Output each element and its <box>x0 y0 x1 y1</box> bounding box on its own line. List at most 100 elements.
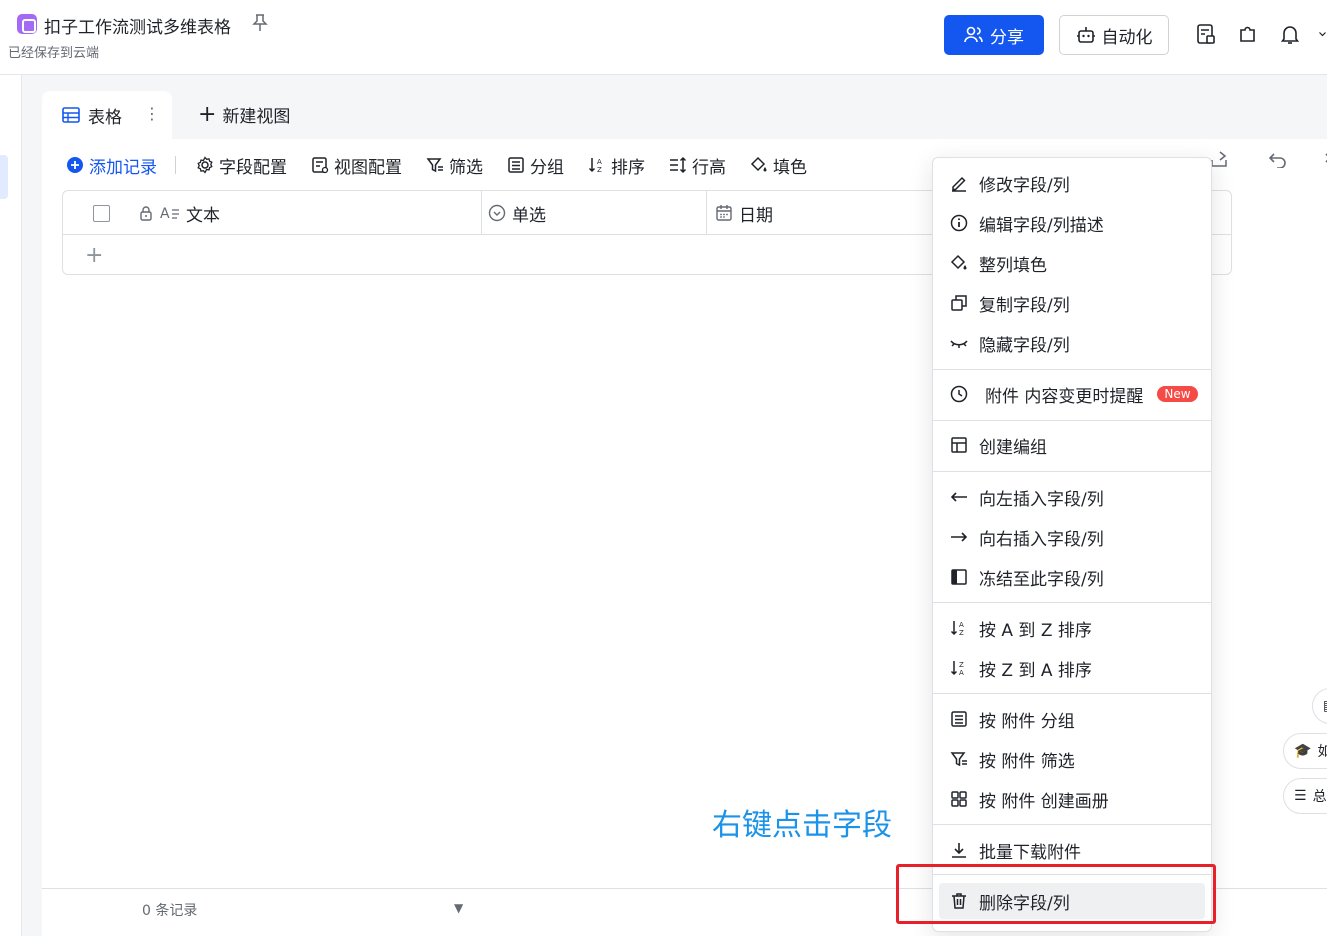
filter-icon <box>426 158 443 173</box>
column-header-date[interactable]: 日期 <box>707 191 933 235</box>
freeze-column-icon <box>949 567 969 587</box>
add-row-plus-icon[interactable]: + <box>85 243 103 268</box>
caret-down-icon[interactable]: ▼ <box>454 901 463 915</box>
menu-item-group-by[interactable]: 按 附件 分组 <box>933 701 1211 737</box>
doc-title[interactable]: 扣子工作流测试多维表格 <box>44 13 231 38</box>
toolbar-divider <box>175 156 176 174</box>
menu-item-insert-left[interactable]: 向左插入字段/列 <box>933 479 1211 515</box>
redo-icon[interactable] <box>1312 150 1327 173</box>
view-config-label: 视图配置 <box>334 157 402 178</box>
share-button[interactable]: 分享 <box>944 15 1044 55</box>
svg-text:A: A <box>597 158 602 166</box>
row-height-button[interactable]: 行高 <box>669 153 726 178</box>
summary-icon: ☰ <box>1294 788 1307 804</box>
doc-app-icon <box>17 14 37 34</box>
menu-item-change-reminder[interactable]: 附件 内容变更时提醒 New <box>933 376 1211 412</box>
column-header-single-select[interactable]: 单选 <box>482 191 707 235</box>
new-view-label: 新建视图 <box>222 107 291 127</box>
fill-color-button[interactable]: 填色 <box>750 153 807 178</box>
side-pill-label: 总 <box>1312 789 1327 805</box>
undo-redo <box>1268 150 1327 173</box>
layout-icon <box>949 435 969 455</box>
sort-button[interactable]: AZ 排序 <box>588 153 645 178</box>
left-rail-selected-indicator <box>0 155 8 199</box>
menu-item-hide-field[interactable]: 隐藏字段/列 <box>933 325 1211 361</box>
column-header-text[interactable]: A 文本 <box>63 191 482 235</box>
row-height-label: 行高 <box>692 157 726 178</box>
menu-item-label: 修改字段/列 <box>979 175 1070 196</box>
group-button[interactable]: 分组 <box>507 153 564 178</box>
side-pill-help[interactable]: 🎓 如 <box>1283 733 1327 769</box>
menu-item-fill-column[interactable]: 整列填色 <box>933 245 1211 281</box>
users-icon <box>964 26 983 43</box>
column-label: 文本 <box>186 205 220 226</box>
share-view-icon[interactable] <box>1210 150 1230 172</box>
top-bar: 扣子工作流测试多维表格 已经保存到云端 分享 自动化 <box>0 0 1327 75</box>
menu-item-sort-asc[interactable]: AZ 按 A 到 Z 排序 <box>933 610 1211 646</box>
menu-item-create-gallery[interactable]: 按 附件 创建画册 <box>933 781 1211 817</box>
calendar-icon <box>716 205 732 221</box>
side-pill-icon: ▤ <box>1323 698 1327 714</box>
automation-button[interactable]: 自动化 <box>1059 15 1169 55</box>
menu-item-batch-download[interactable]: 批量下载附件 <box>933 832 1211 868</box>
menu-item-copy-field[interactable]: 复制字段/列 <box>933 285 1211 321</box>
automation-label: 自动化 <box>1101 27 1153 48</box>
plus-icon: + <box>198 101 217 127</box>
menu-divider <box>933 420 1211 421</box>
plugin-icon[interactable] <box>1236 22 1260 46</box>
download-icon <box>949 840 969 860</box>
filter-label: 筛选 <box>449 157 483 178</box>
view-config-button[interactable]: 视图配置 <box>311 153 402 178</box>
menu-item-create-group[interactable]: 创建编组 <box>933 427 1211 463</box>
menu-divider <box>933 369 1211 370</box>
menu-item-label: 按 附件 创建画册 <box>979 791 1109 812</box>
field-config-button[interactable]: 字段配置 <box>196 153 287 178</box>
add-record-button[interactable]: 添加记录 <box>66 153 157 178</box>
menu-item-edit-field[interactable]: 修改字段/列 <box>933 165 1211 201</box>
chevron-down-icon[interactable] <box>1318 22 1327 46</box>
group-label: 分组 <box>530 157 564 178</box>
menu-item-label: 向右插入字段/列 <box>979 529 1104 550</box>
menu-item-insert-right[interactable]: 向右插入字段/列 <box>933 519 1211 555</box>
menu-item-label: 按 A 到 Z 排序 <box>979 620 1092 641</box>
menu-item-label: 创建编组 <box>979 437 1047 458</box>
svg-text:A: A <box>959 669 964 677</box>
lock-icon <box>140 206 152 221</box>
menu-item-label: 按 Z 到 A 排序 <box>979 660 1092 681</box>
pin-icon[interactable] <box>252 14 268 36</box>
svg-text:Z: Z <box>959 629 964 637</box>
menu-item-label: 批量下载附件 <box>979 842 1081 863</box>
column-label: 日期 <box>739 205 773 226</box>
template-icon[interactable] <box>1194 22 1218 46</box>
plus-circle-icon <box>67 157 83 173</box>
menu-item-freeze[interactable]: 冻结至此字段/列 <box>933 559 1211 595</box>
info-icon <box>949 213 969 233</box>
group-icon <box>949 709 969 729</box>
pencil-icon <box>949 173 969 193</box>
menu-item-sort-desc[interactable]: ZA 按 Z 到 A 排序 <box>933 650 1211 686</box>
menu-item-filter-by[interactable]: 按 附件 筛选 <box>933 741 1211 777</box>
arrow-right-icon <box>949 527 969 547</box>
share-label: 分享 <box>990 27 1024 48</box>
more-vertical-icon[interactable]: ⋮ <box>144 104 160 123</box>
side-pill-summary[interactable]: ☰ 总 <box>1283 778 1327 814</box>
menu-item-label: 整列填色 <box>979 255 1047 276</box>
view-toolbar: 添加记录 字段配置 视图配置 筛选 分组 AZ 排序 行高 填色 <box>66 150 831 180</box>
add-record-label: 添加记录 <box>89 157 157 178</box>
new-view-button[interactable]: + 新建视图 <box>198 102 290 127</box>
filter-button[interactable]: 筛选 <box>426 153 483 178</box>
sort-asc-icon: AZ <box>949 618 969 638</box>
menu-divider <box>933 602 1211 603</box>
filter-icon <box>949 749 969 769</box>
clock-alert-icon <box>949 384 969 404</box>
column-label: 单选 <box>512 205 546 226</box>
menu-item-edit-description[interactable]: 编辑字段/列描述 <box>933 205 1211 241</box>
undo-icon[interactable] <box>1268 150 1288 173</box>
tab-label: 表格 <box>88 107 122 128</box>
view-config-icon <box>312 157 329 174</box>
eye-closed-icon <box>949 333 969 353</box>
select-all-checkbox[interactable] <box>93 204 110 222</box>
menu-item-label: 按 附件 分组 <box>979 711 1075 732</box>
bell-icon[interactable] <box>1278 22 1302 46</box>
menu-item-label: 向左插入字段/列 <box>979 489 1104 510</box>
